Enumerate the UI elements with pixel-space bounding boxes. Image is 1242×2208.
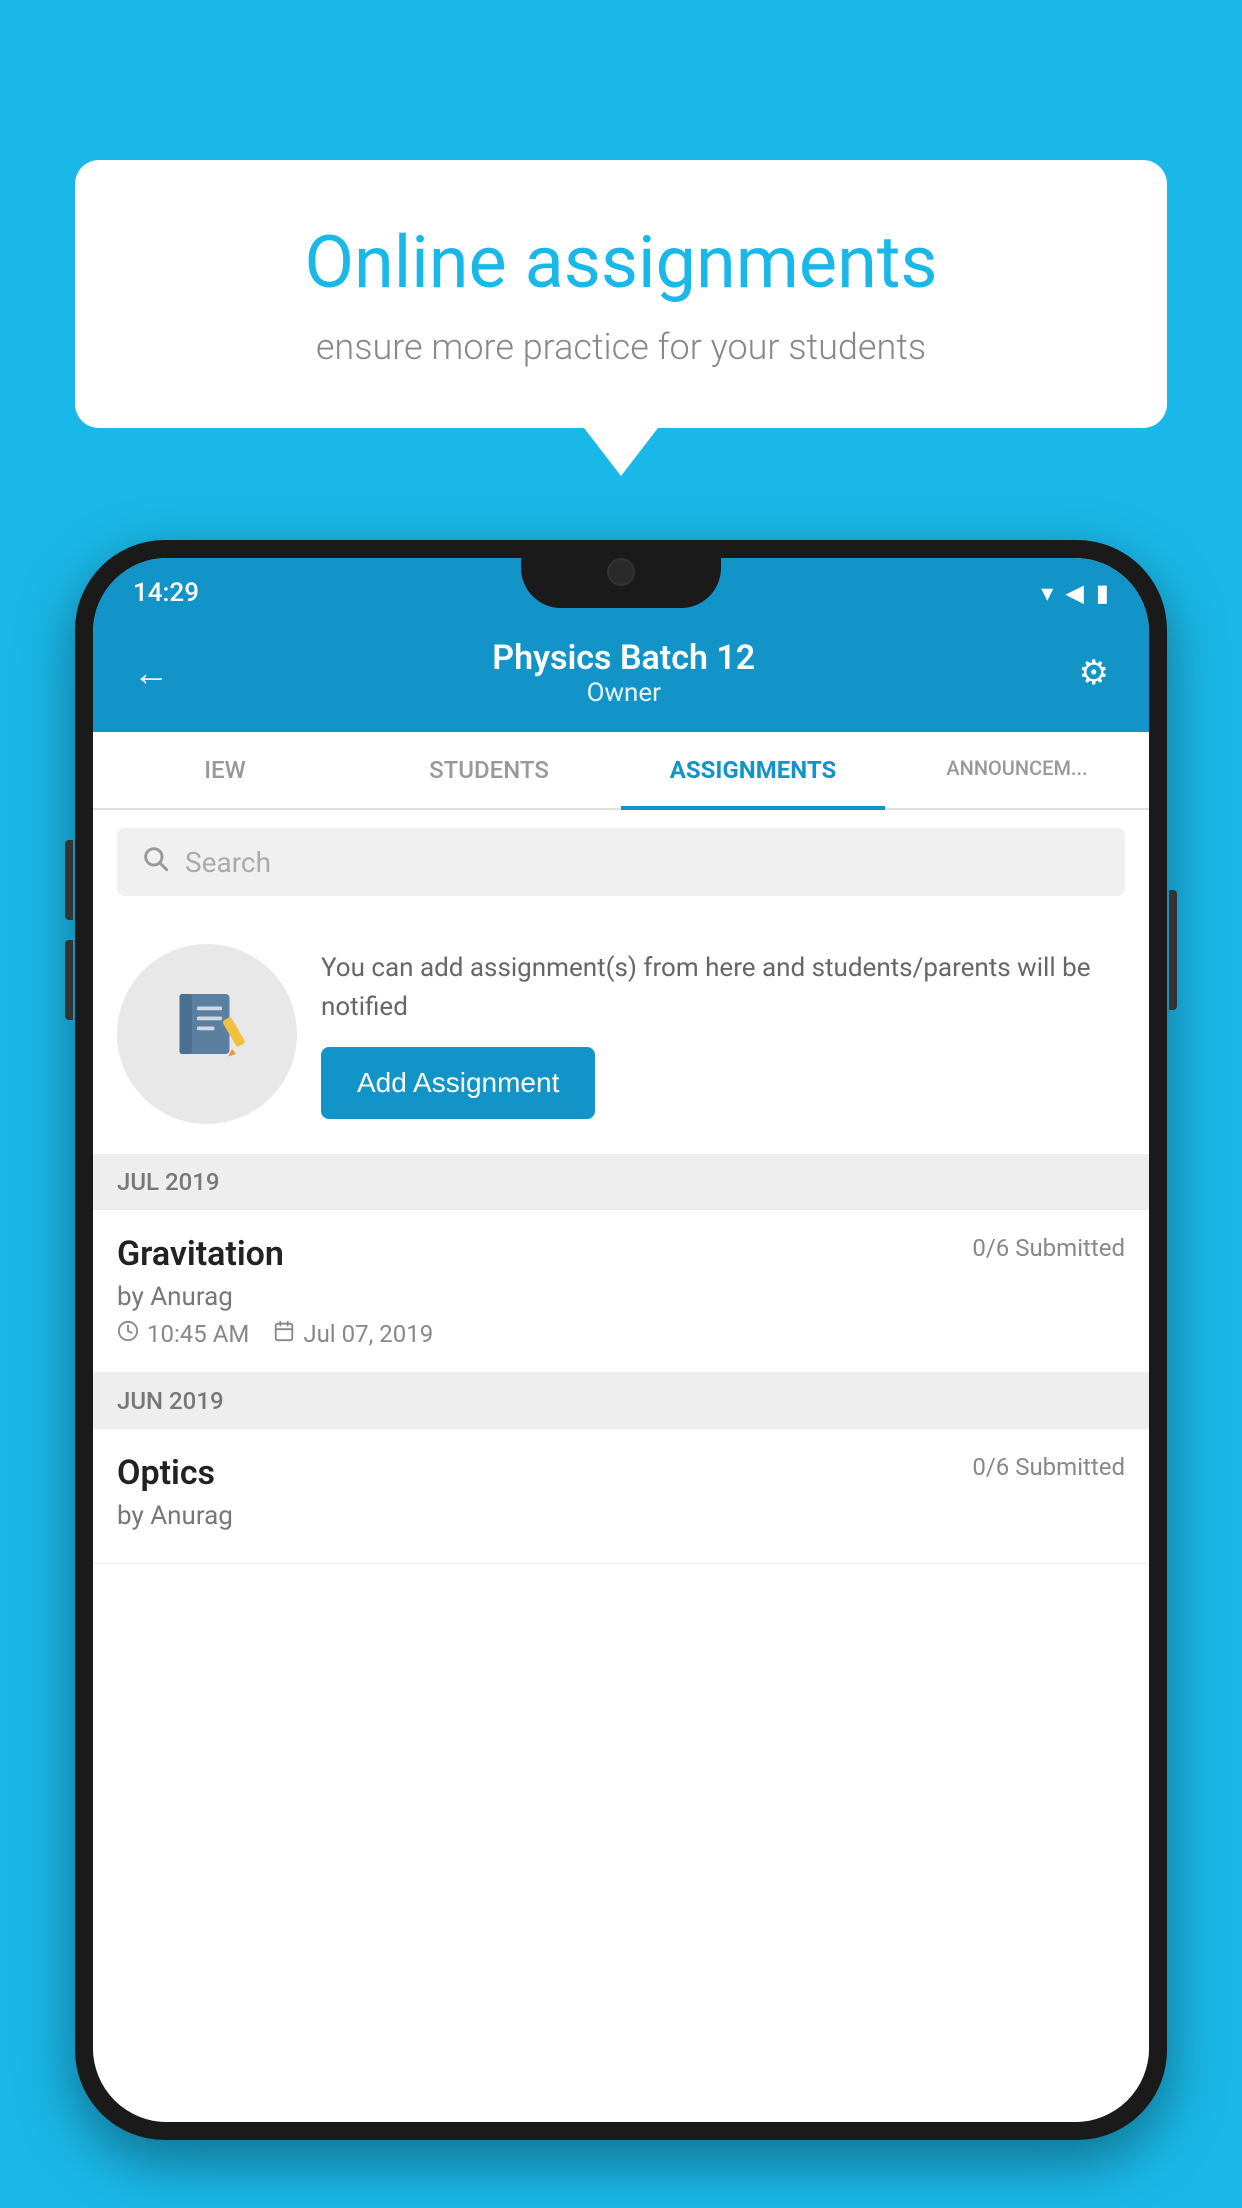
search-bar: Search	[93, 810, 1149, 914]
assignment-submitted: 0/6 Submitted	[972, 1234, 1125, 1262]
wifi-icon: ▾	[1041, 579, 1053, 607]
empty-description: You can add assignment(s) from here and …	[321, 949, 1125, 1027]
tab-assignments[interactable]: ASSIGNMENTS	[621, 732, 885, 808]
tab-iew[interactable]: IEW	[93, 732, 357, 808]
optics-submitted: 0/6 Submitted	[972, 1453, 1125, 1481]
status-time: 14:29	[133, 578, 199, 608]
search-icon	[141, 844, 169, 880]
header-title-group: Physics Batch 12 Owner	[492, 638, 755, 708]
speech-bubble: Online assignments ensure more practice …	[75, 160, 1167, 428]
speech-bubble-container: Online assignments ensure more practice …	[75, 160, 1167, 428]
status-icons: ▾ ◀ ▮	[1041, 579, 1109, 607]
screen-content: Search	[93, 810, 1149, 2122]
optics-name: Optics	[117, 1453, 215, 1493]
optics-top-row: Optics 0/6 Submitted	[117, 1453, 1125, 1493]
settings-icon[interactable]: ⚙	[1079, 653, 1109, 693]
empty-text-group: You can add assignment(s) from here and …	[321, 949, 1125, 1119]
power-button	[1169, 890, 1177, 1010]
back-button[interactable]: ←	[133, 652, 169, 694]
notebook-icon	[167, 984, 247, 1084]
header-subtitle: Owner	[492, 678, 755, 708]
phone-screen: 14:29 ▾ ◀ ▮ ← Physics Batch 12 Owner ⚙ I…	[93, 558, 1149, 2122]
signal-icon: ◀	[1065, 579, 1083, 607]
tab-announcements[interactable]: ANNOUNCEM...	[885, 732, 1149, 808]
assignment-meta: 10:45 AM Jul 07, 201	[117, 1320, 1125, 1348]
clock-icon	[117, 1320, 139, 1348]
app-header: ← Physics Batch 12 Owner ⚙	[93, 618, 1149, 732]
tab-students[interactable]: STUDENTS	[357, 732, 621, 808]
add-assignment-button[interactable]: Add Assignment	[321, 1047, 595, 1119]
tabs-bar: IEW STUDENTS ASSIGNMENTS ANNOUNCEM...	[93, 732, 1149, 810]
calendar-icon	[273, 1320, 295, 1348]
assignment-item-gravitation[interactable]: Gravitation 0/6 Submitted by Anurag	[93, 1210, 1149, 1373]
header-title: Physics Batch 12	[492, 638, 755, 678]
assignment-name: Gravitation	[117, 1234, 284, 1274]
meta-date: Jul 07, 2019	[273, 1320, 433, 1348]
empty-icon-circle	[117, 944, 297, 1124]
section-header-jun: JUN 2019	[93, 1373, 1149, 1429]
volume-up-button	[65, 840, 73, 920]
phone-outer: 14:29 ▾ ◀ ▮ ← Physics Batch 12 Owner ⚙ I…	[75, 540, 1167, 2140]
section-header-jul: JUL 2019	[93, 1154, 1149, 1210]
assignment-time: 10:45 AM	[147, 1320, 249, 1348]
phone-container: 14:29 ▾ ◀ ▮ ← Physics Batch 12 Owner ⚙ I…	[75, 540, 1167, 2208]
assignment-item-optics[interactable]: Optics 0/6 Submitted by Anurag	[93, 1429, 1149, 1564]
battery-icon: ▮	[1096, 579, 1109, 607]
bubble-subtitle: ensure more practice for your students	[145, 326, 1097, 368]
search-input-wrapper[interactable]: Search	[117, 828, 1125, 896]
search-placeholder: Search	[185, 846, 271, 879]
bubble-title: Online assignments	[145, 220, 1097, 306]
meta-time: 10:45 AM	[117, 1320, 249, 1348]
volume-down-button	[65, 940, 73, 1020]
assignment-date: Jul 07, 2019	[303, 1320, 433, 1348]
optics-by: by Anurag	[117, 1501, 1125, 1531]
phone-camera	[607, 558, 635, 586]
empty-state: You can add assignment(s) from here and …	[93, 914, 1149, 1154]
assignment-top-row: Gravitation 0/6 Submitted	[117, 1234, 1125, 1274]
assignment-by: by Anurag	[117, 1282, 1125, 1312]
